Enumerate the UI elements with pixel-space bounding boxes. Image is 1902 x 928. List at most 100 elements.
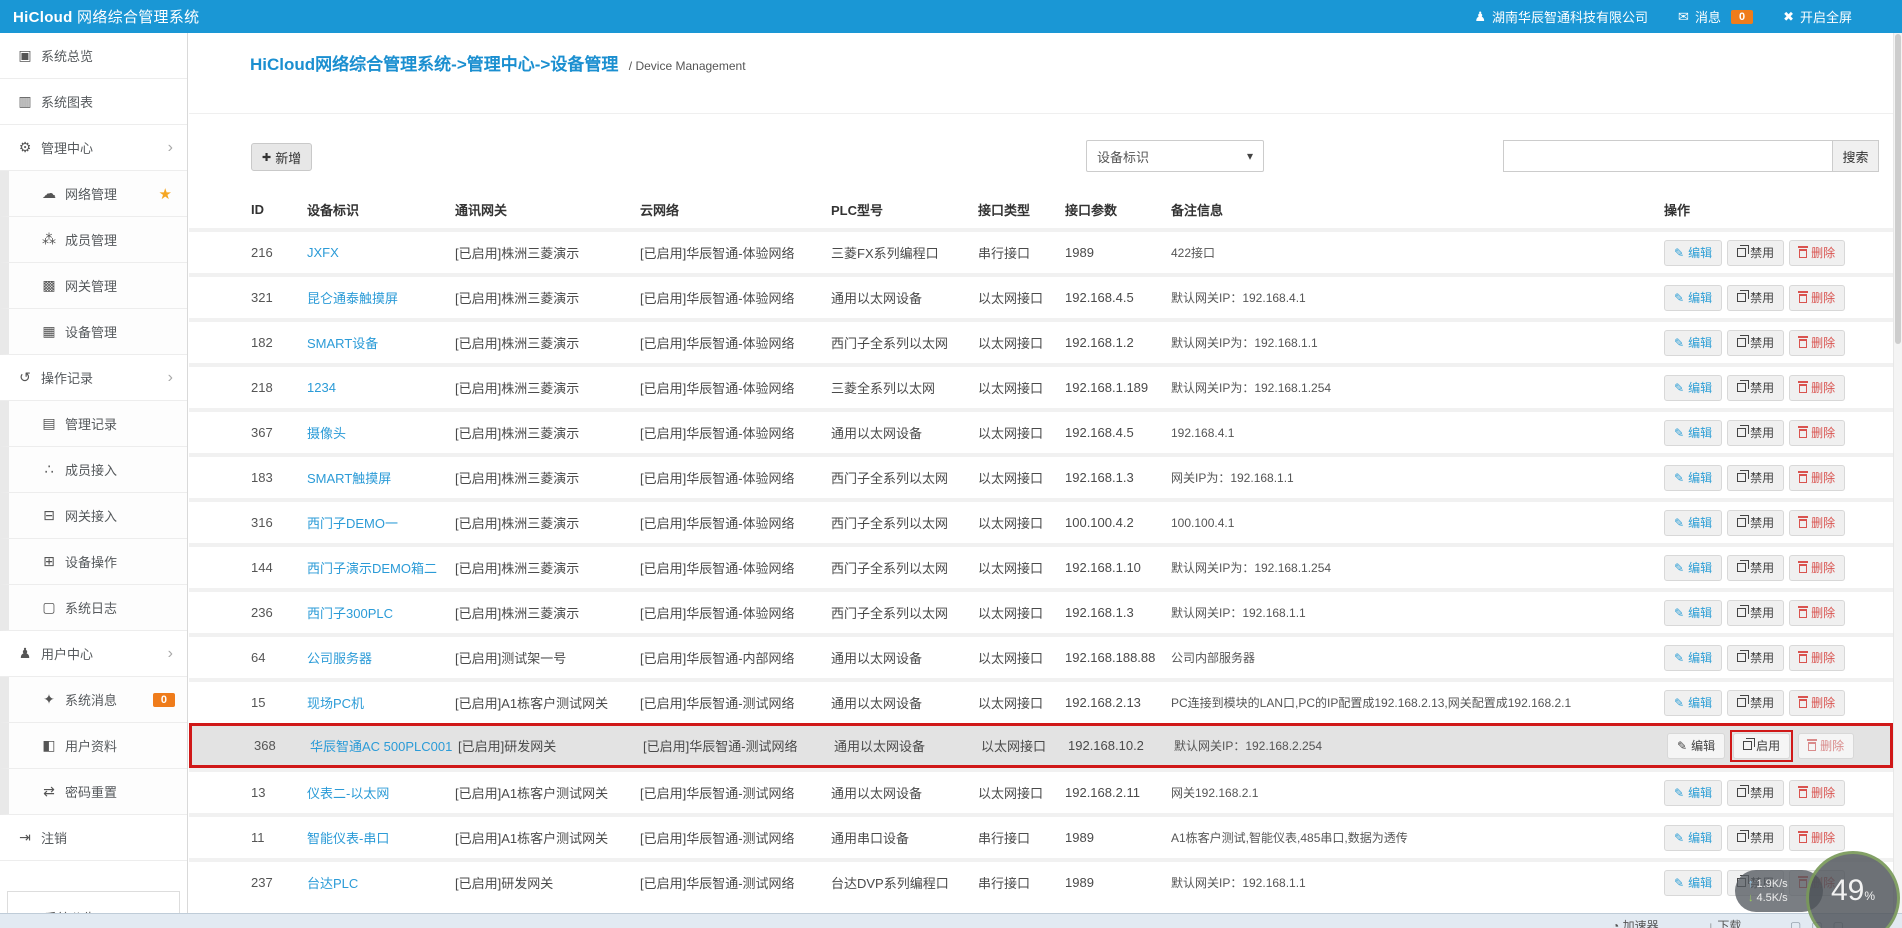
device-name-link[interactable]: 昆仑通泰触摸屏: [307, 291, 398, 306]
sidebar-item-14[interactable]: ✦ 系统消息 0: [0, 677, 187, 723]
sidebar-item-15[interactable]: ◧ 用户资料: [0, 723, 187, 769]
del-button[interactable]: 删除: [1798, 732, 1855, 759]
scrollbar-thumb[interactable]: [1895, 34, 1901, 344]
edit-button[interactable]: ✎ 编辑: [1664, 779, 1723, 806]
del-button[interactable]: 删除: [1789, 419, 1846, 446]
sidebar-item-16[interactable]: ⇄ 密码重置: [0, 769, 187, 815]
toggle-button[interactable]: 禁用: [1727, 464, 1785, 491]
cell-gateway: [已启用]株洲三菱演示: [455, 246, 580, 261]
sidebar-item-10[interactable]: ⊟ 网关接入: [0, 493, 187, 539]
device-name-link[interactable]: SMART触摸屏: [307, 471, 391, 486]
edit-button[interactable]: ✎ 编辑: [1664, 824, 1723, 851]
sidebar-item-17[interactable]: ⇥ 注销: [0, 815, 187, 861]
cell-gateway: [已启用]株洲三菱演示: [455, 561, 580, 576]
cell-id: 368: [254, 738, 276, 753]
del-button[interactable]: 删除: [1789, 239, 1846, 266]
del-button[interactable]: 删除: [1789, 374, 1846, 401]
toggle-button[interactable]: 禁用: [1727, 239, 1785, 266]
edit-button[interactable]: ✎ 编辑: [1664, 374, 1723, 401]
device-name-link[interactable]: 摄像头: [307, 426, 346, 441]
toggle-button[interactable]: 禁用: [1727, 284, 1785, 311]
column-header-2: 通讯网关: [455, 202, 508, 218]
del-button[interactable]: 删除: [1789, 689, 1846, 716]
refresh-icon: ⇄: [43, 783, 55, 799]
del-button[interactable]: 删除: [1789, 824, 1846, 851]
sidebar-item-7[interactable]: ↺ 操作记录 ›: [0, 355, 187, 401]
del-button[interactable]: 删除: [1789, 644, 1846, 671]
fullscreen-icon: ✖: [1783, 8, 1794, 24]
device-name-link[interactable]: 智能仪表-串口: [307, 831, 389, 846]
device-name-link[interactable]: 仪表二-以太网: [307, 786, 389, 801]
messages-menu[interactable]: ✉ 消息 0: [1678, 7, 1754, 26]
download-item[interactable]: ↓ 下载: [1708, 916, 1741, 928]
edit-button[interactable]: ✎ 编辑: [1664, 419, 1723, 446]
del-button[interactable]: 删除: [1789, 464, 1846, 491]
toggle-button[interactable]: 禁用: [1727, 329, 1785, 356]
toggle-button[interactable]: 禁用: [1727, 779, 1785, 806]
device-name-link[interactable]: 西门子300PLC: [307, 606, 393, 621]
del-button[interactable]: 删除: [1789, 599, 1846, 626]
toggle-button[interactable]: 禁用: [1727, 599, 1785, 626]
edit-button[interactable]: ✎ 编辑: [1664, 554, 1723, 581]
cell-cloud-network: [已启用]华辰智通-体验网络: [640, 471, 795, 486]
toggle-button[interactable]: 禁用: [1727, 419, 1785, 446]
device-name-link[interactable]: 西门子演示DEMO箱二: [307, 561, 437, 576]
fullscreen-button[interactable]: ✖ 开启全屏: [1783, 7, 1852, 26]
device-name-link[interactable]: SMART设备: [307, 336, 378, 351]
sidebar-item-2[interactable]: ⚙ 管理中心 ›: [0, 125, 187, 171]
edit-button[interactable]: ✎ 编辑: [1664, 599, 1723, 626]
cell-interface-param: 192.168.10.2: [1068, 738, 1144, 753]
accelerator-item[interactable]: ◔ 加速器: [1612, 916, 1659, 928]
device-name-link[interactable]: 华辰智通AC 500PLC001: [310, 739, 452, 754]
cell-device-name: SMART触摸屏: [307, 468, 455, 487]
toggle-button[interactable]: 禁用: [1727, 824, 1785, 851]
edit-button[interactable]: ✎ 编辑: [1664, 464, 1723, 491]
del-button[interactable]: 删除: [1789, 509, 1846, 536]
device-name-link[interactable]: 1234: [307, 380, 336, 395]
edit-button[interactable]: ✎ 编辑: [1664, 329, 1723, 356]
sidebar-item-12[interactable]: ▢ 系统日志: [0, 585, 187, 631]
device-name-link[interactable]: 台达PLC: [307, 876, 358, 891]
sidebar-item-6[interactable]: ▦ 设备管理: [0, 309, 187, 355]
device-name-link[interactable]: JXFX: [307, 245, 339, 260]
sidebar-item-5[interactable]: ▩ 网关管理: [0, 263, 187, 309]
search-button[interactable]: 搜索: [1833, 140, 1879, 172]
star-icon[interactable]: ★: [159, 185, 172, 203]
cell-interface-param: 192.168.1.3: [1065, 605, 1134, 620]
edit-button[interactable]: ✎ 编辑: [1664, 509, 1723, 536]
del-button[interactable]: 删除: [1789, 779, 1846, 806]
device-name-link[interactable]: 现场PC机: [307, 696, 364, 711]
edit-button[interactable]: ✎ 编辑: [1664, 869, 1723, 896]
edit-button[interactable]: ✎ 编辑: [1664, 239, 1723, 266]
sidebar-item-1[interactable]: ▥ 系统图表: [0, 79, 187, 125]
cell-gateway: [已启用]研发网关: [455, 876, 554, 891]
sidebar-item-9[interactable]: ∴ 成员接入: [0, 447, 187, 493]
toggle-button[interactable]: 禁用: [1727, 374, 1785, 401]
toggle-button[interactable]: 启用: [1733, 732, 1791, 759]
edit-button[interactable]: ✎ 编辑: [1664, 644, 1723, 671]
edit-button[interactable]: ✎ 编辑: [1664, 284, 1723, 311]
toggle-button[interactable]: 禁用: [1727, 509, 1785, 536]
add-button[interactable]: ✚ 新增: [251, 143, 313, 171]
edit-button[interactable]: ✎ 编辑: [1667, 732, 1726, 759]
del-button[interactable]: 删除: [1789, 329, 1846, 356]
account-menu[interactable]: ♟ 湖南华辰智通科技有限公司: [1474, 7, 1648, 26]
sidebar-item-4[interactable]: ⁂ 成员管理: [0, 217, 187, 263]
del-button[interactable]: 删除: [1789, 554, 1846, 581]
toggle-button[interactable]: 禁用: [1727, 554, 1785, 581]
chevron-right-icon: ›: [167, 644, 173, 662]
filter-select[interactable]: 设备标识 ▾: [1086, 140, 1264, 172]
row-actions: ✎编辑禁用删除: [1652, 329, 1893, 356]
toggle-button[interactable]: 禁用: [1727, 689, 1785, 716]
toggle-button[interactable]: 禁用: [1727, 644, 1785, 671]
sidebar-item-11[interactable]: ⊞ 设备操作: [0, 539, 187, 585]
search-input[interactable]: [1503, 140, 1833, 172]
sidebar-item-3[interactable]: ☁ 网络管理 ★: [0, 171, 187, 217]
sidebar-item-0[interactable]: ▣ 系统总览: [0, 33, 187, 79]
sidebar-item-13[interactable]: ♟ 用户中心 ›: [0, 631, 187, 677]
del-button[interactable]: 删除: [1789, 284, 1846, 311]
edit-button[interactable]: ✎ 编辑: [1664, 689, 1723, 716]
device-name-link[interactable]: 公司服务器: [307, 651, 372, 666]
device-name-link[interactable]: 西门子DEMO一: [307, 516, 398, 531]
sidebar-item-8[interactable]: ▤ 管理记录: [0, 401, 187, 447]
